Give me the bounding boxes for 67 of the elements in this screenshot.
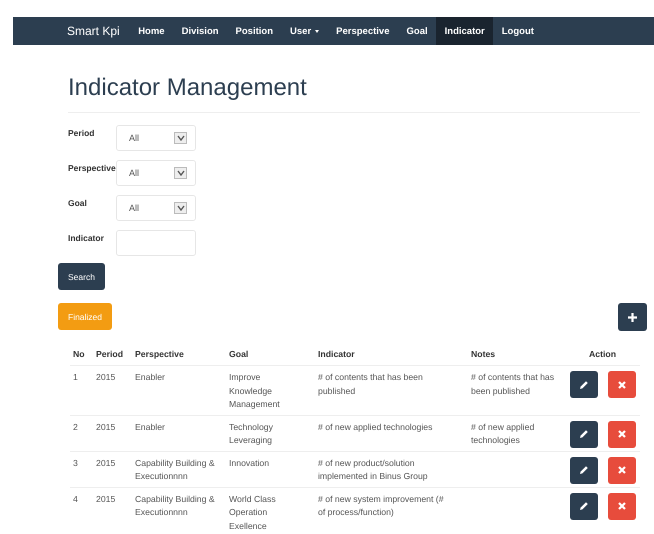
table-cell: # of new product/solution implemented in Binus Group [318, 458, 428, 481]
table-cell: Innovation [229, 458, 270, 468]
field-label: Perspective [68, 162, 116, 173]
pencil-icon [578, 465, 588, 475]
plus-icon [628, 312, 637, 322]
input-field[interactable] [116, 230, 196, 256]
brand-link[interactable]: Smart Kpi [67, 17, 120, 45]
field-label: Goal [68, 197, 88, 208]
table-cell: Improve Knowledge Management [229, 372, 280, 409]
table-cell: 2015 [96, 422, 116, 432]
table-cell: 4 [73, 494, 78, 504]
pencil-icon [578, 429, 588, 439]
dropdown-field[interactable]: All [116, 195, 196, 221]
field-label: Period [68, 127, 96, 138]
table-cell: Technology Leveraging [229, 422, 273, 445]
nav-link[interactable]: Logout [493, 17, 542, 45]
field-label: Indicator [68, 232, 105, 243]
table-cell: Enabler [135, 372, 165, 382]
close-icon [618, 466, 626, 474]
dropdown-field[interactable]: All [116, 125, 196, 151]
table-cell: # of new applied technologies [471, 422, 534, 445]
table-cell: Capability Building & Executionnnn [135, 494, 215, 517]
delete-button[interactable] [608, 456, 636, 484]
delete-button[interactable] [608, 492, 636, 520]
dropdown-field[interactable]: All [116, 160, 196, 186]
column-header: Goal [226, 343, 315, 366]
search-button[interactable]: Search [58, 263, 105, 290]
column-header: Indicator [315, 343, 468, 366]
table-cell: # of new applied technologies [318, 422, 432, 432]
close-icon [618, 430, 626, 438]
edit-button[interactable] [570, 456, 598, 484]
column-header: No [70, 343, 93, 366]
table-cell: 2 [73, 422, 78, 432]
delete-button[interactable] [608, 371, 636, 398]
nav-link[interactable]: Perspective [328, 17, 398, 45]
table-cell: 2015 [96, 458, 116, 468]
table-cell: 3 [73, 458, 78, 468]
column-header: Period [93, 343, 132, 366]
nav-link[interactable]: Position [227, 17, 282, 45]
edit-button[interactable] [570, 420, 598, 448]
table-cell: # of contents that has been published [471, 372, 554, 396]
page-title: Indicator Management [68, 73, 308, 103]
delete-button[interactable] [608, 420, 636, 448]
nav-link[interactable]: Indicator [436, 17, 494, 45]
table-cell: 1 [73, 372, 78, 382]
table-cell: # of new system improvement (# of process/function) [318, 494, 444, 517]
table-cell: 2015 [96, 372, 116, 382]
column-header: Perspective [132, 343, 226, 366]
column-header: Action [565, 343, 640, 366]
pencil-icon [578, 380, 588, 390]
column-header: Notes [468, 343, 565, 366]
pencil-icon [578, 501, 588, 511]
caret-icon [315, 30, 320, 32]
close-icon [618, 380, 626, 388]
add-button[interactable] [618, 303, 647, 331]
edit-button[interactable] [570, 492, 598, 520]
close-icon [618, 502, 626, 510]
table-cell: Capability Building & Executionnnn [135, 458, 215, 481]
table-cell: 2015 [96, 494, 116, 504]
edit-button[interactable] [570, 371, 598, 398]
nav-link[interactable]: Division [173, 17, 228, 45]
nav-link[interactable]: Goal [398, 17, 436, 45]
nav-link[interactable]: User [282, 17, 328, 45]
table-cell: World Class Operation Exellence [229, 494, 276, 530]
table-cell: Enabler [135, 422, 165, 432]
table-cell: # of contents that has been published [318, 372, 423, 396]
nav-link[interactable]: Home [130, 17, 174, 45]
